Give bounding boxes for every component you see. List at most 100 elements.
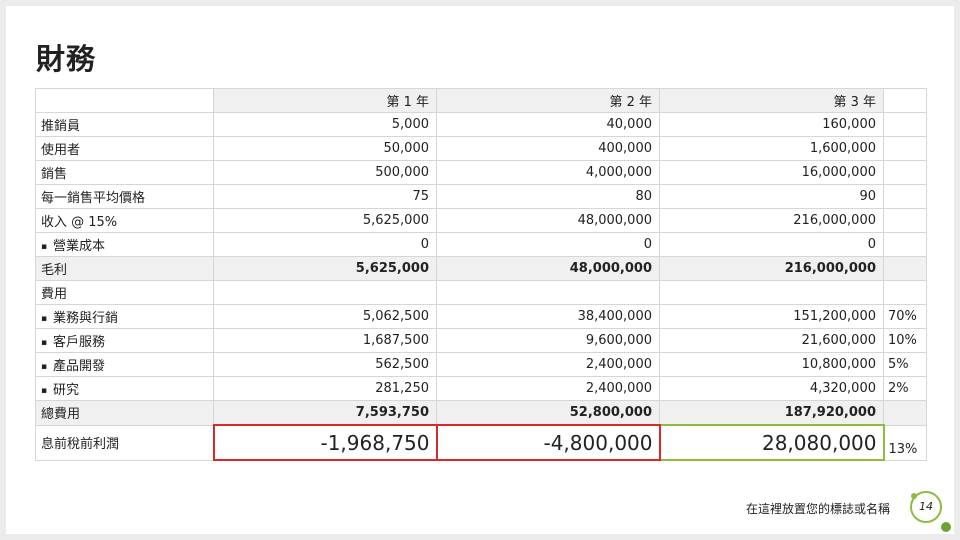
cell-pct: 70% [883, 304, 927, 329]
cell-year-1: 5,062,500 [213, 304, 437, 329]
cell-year-2: 0 [436, 232, 660, 257]
row-label-bulleted: ▪ 營業成本 [35, 232, 214, 257]
header-year-2: 第 2 年 [436, 88, 660, 113]
ebit-year-1: -1,968,750 [212, 424, 438, 461]
row-label: 使用者 [35, 136, 214, 161]
cell-year-3 [659, 280, 884, 305]
row-label: 收入 @ 15% [35, 208, 214, 233]
cell-pct [883, 184, 927, 209]
cell-year-1: 1,687,500 [213, 328, 437, 353]
cell-year-2: 52,800,000 [436, 400, 660, 426]
cell-year-3: 1,600,000 [659, 136, 884, 161]
cell-pct [883, 280, 927, 305]
cell-pct [883, 232, 927, 257]
bullet-icon: ▪ [41, 242, 48, 252]
row-label-bulleted: ▪ 研究 [35, 376, 214, 401]
bullet-icon: ▪ [41, 338, 48, 348]
table-row-expenses-header: 費用 [35, 280, 927, 305]
cell-year-1: 281,250 [213, 376, 437, 401]
cell-year-3: 216,000,000 [659, 208, 884, 233]
footer-logo-placeholder: 在這裡放置您的標誌或名稱 [746, 502, 891, 516]
cell-pct: 10% [883, 328, 927, 353]
table-row: 每一銷售平均價格 75 80 90 [35, 184, 927, 209]
cell-year-3: 187,920,000 [659, 400, 884, 426]
cell-pct [883, 112, 927, 137]
table-row: ▪ 產品開發 562,500 2,400,000 10,800,000 5% [35, 352, 927, 377]
cell-year-2: 48,000,000 [436, 208, 660, 233]
row-label-text: 研究 [53, 383, 80, 398]
table-row: ▪ 研究 281,250 2,400,000 4,320,000 2% [35, 376, 927, 401]
cell-year-1: 75 [213, 184, 437, 209]
slide: 財務 第 1 年 第 2 年 第 3 年 推銷員 5,000 40,000 16… [6, 6, 954, 534]
cell-pct: 5% [883, 352, 927, 377]
ebit-year-3: 28,080,000 [658, 424, 885, 461]
cell-year-1 [213, 280, 437, 305]
row-label: 毛利 [35, 256, 214, 281]
cell-year-3: 4,320,000 [659, 376, 884, 401]
cell-year-2: 400,000 [436, 136, 660, 161]
cell-year-2: 80 [436, 184, 660, 209]
cell-year-1: 7,593,750 [213, 400, 437, 426]
cell-pct [883, 400, 927, 426]
cell-year-1: 500,000 [213, 160, 437, 185]
bullet-icon: ▪ [41, 362, 48, 372]
cell-pct [883, 136, 927, 161]
row-label-text: 業務與行銷 [53, 311, 119, 326]
row-label: 每一銷售平均價格 [35, 184, 214, 209]
row-label-text: 產品開發 [53, 359, 106, 374]
cell-pct: 2% [883, 376, 927, 401]
table-row: 推銷員 5,000 40,000 160,000 [35, 112, 927, 137]
bullet-icon: ▪ [41, 386, 48, 396]
cell-year-3: 216,000,000 [659, 256, 884, 281]
cell-year-3: 10,800,000 [659, 352, 884, 377]
table-row: ▪ 營業成本 0 0 0 [35, 232, 927, 257]
decorative-dot-large-icon [941, 522, 951, 532]
cell-pct [883, 160, 927, 185]
cell-year-3: 0 [659, 232, 884, 257]
table-row: 使用者 50,000 400,000 1,600,000 [35, 136, 927, 161]
row-label: 費用 [35, 280, 214, 305]
header-pct-cell [883, 88, 927, 113]
table-row: ▪ 業務與行銷 5,062,500 38,400,000 151,200,000 … [35, 304, 927, 329]
row-label-text: 營業成本 [53, 239, 106, 254]
cell-year-2: 38,400,000 [436, 304, 660, 329]
cell-year-2: 4,000,000 [436, 160, 660, 185]
table-row: ▪ 客戶服務 1,687,500 9,600,000 21,600,000 10% [35, 328, 927, 353]
table-row: 收入 @ 15% 5,625,000 48,000,000 216,000,00… [35, 208, 927, 233]
row-label: 推銷員 [35, 112, 214, 137]
cell-year-1: 5,625,000 [213, 256, 437, 281]
bullet-icon: ▪ [41, 314, 48, 324]
cell-year-2: 9,600,000 [436, 328, 660, 353]
ebit-year-2: -4,800,000 [435, 424, 661, 461]
financial-table: 第 1 年 第 2 年 第 3 年 推銷員 5,000 40,000 160,0… [35, 88, 927, 461]
cell-year-3: 90 [659, 184, 884, 209]
row-label: 銷售 [35, 160, 214, 185]
row-label: 總費用 [35, 400, 214, 426]
cell-year-2: 2,400,000 [436, 376, 660, 401]
table-row-gross-profit: 毛利 5,625,000 48,000,000 216,000,000 [35, 256, 927, 281]
cell-year-1: 5,000 [213, 112, 437, 137]
cell-year-2: 48,000,000 [436, 256, 660, 281]
table-header-row: 第 1 年 第 2 年 第 3 年 [35, 88, 927, 113]
row-label-bulleted: ▪ 客戶服務 [35, 328, 214, 353]
cell-year-3: 21,600,000 [659, 328, 884, 353]
cell-year-3: 16,000,000 [659, 160, 884, 185]
row-label-bulleted: ▪ 業務與行銷 [35, 304, 214, 329]
cell-year-1: 50,000 [213, 136, 437, 161]
header-year-1: 第 1 年 [213, 88, 437, 113]
slide-title: 財務 [36, 42, 97, 76]
table-row: 銷售 500,000 4,000,000 16,000,000 [35, 160, 927, 185]
cell-pct [883, 256, 927, 281]
cell-year-1: 5,625,000 [213, 208, 437, 233]
cell-year-2: 40,000 [436, 112, 660, 137]
table-row-ebit: 息前稅前利潤 -1,968,750 -4,800,000 28,080,000 … [35, 424, 927, 461]
row-label-text: 客戶服務 [53, 335, 106, 350]
cell-year-3: 151,200,000 [659, 304, 884, 329]
cell-pct [883, 208, 927, 233]
cell-year-1: 0 [213, 232, 437, 257]
header-empty-cell [35, 88, 214, 113]
cell-year-2: 2,400,000 [436, 352, 660, 377]
row-label-bulleted: ▪ 產品開發 [35, 352, 214, 377]
header-year-3: 第 3 年 [659, 88, 884, 113]
decorative-dot-small-icon [911, 493, 917, 499]
